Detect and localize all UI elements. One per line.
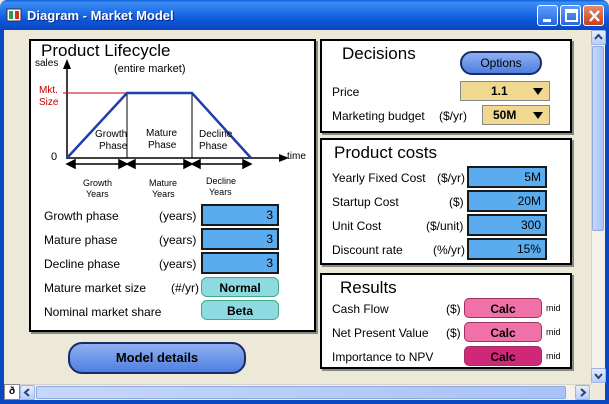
y-axis-label: sales	[35, 58, 59, 69]
chevron-right-icon	[580, 388, 587, 397]
time-label: time	[287, 151, 306, 162]
phase-decline-label: Decline	[199, 129, 233, 140]
options-button[interactable]: Options	[460, 51, 542, 75]
chevron-left-icon	[23, 388, 30, 397]
npv-unit: ($)	[446, 326, 461, 340]
scroll-down-button[interactable]	[591, 368, 606, 383]
lifecycle-panel: Product Lifecycle sales (entire market) …	[29, 39, 316, 332]
chevron-up-icon	[594, 33, 603, 40]
price-value: 1.1	[491, 84, 508, 98]
phase-mature-label: Mature	[146, 128, 178, 139]
market-size-selector[interactable]: Normal	[201, 277, 279, 297]
decline-phase-label: Decline phase	[44, 257, 121, 271]
costs-title: Product costs	[334, 143, 437, 162]
npv-label: Net Present Value	[332, 326, 429, 340]
unit-cost-label: Unit Cost	[332, 219, 382, 233]
growth-phase-input[interactable]: 3	[201, 204, 279, 226]
model-details-button[interactable]: Model details	[68, 342, 246, 374]
marketing-dropdown[interactable]: 50M	[482, 105, 550, 125]
marketing-label: Marketing budget	[332, 109, 425, 123]
years-decline-label-2: Years	[209, 187, 232, 197]
growth-phase-unit: (years)	[159, 209, 197, 223]
horizontal-scroll-thumb[interactable]	[36, 386, 566, 399]
decline-phase-input[interactable]: 3	[201, 252, 279, 274]
fixed-cost-label: Yearly Fixed Cost	[332, 171, 426, 185]
decline-phase-unit: (years)	[159, 257, 197, 271]
importance-calc-button[interactable]: Calc	[464, 346, 542, 366]
decisions-title: Decisions	[342, 44, 416, 63]
maximize-icon	[565, 9, 578, 22]
marketing-value: 50M	[493, 108, 517, 122]
npv-mid-tag: mid	[546, 327, 561, 337]
scrollbar-corner	[591, 384, 605, 400]
price-dropdown[interactable]: 1.1	[460, 81, 550, 101]
maximize-button[interactable]	[560, 5, 581, 26]
minimize-button[interactable]	[537, 5, 558, 26]
importance-label: Importance to NPV	[332, 350, 434, 364]
chart-subtitle: (entire market)	[114, 63, 186, 75]
years-growth-label-2: Years	[86, 189, 109, 199]
scroll-up-button[interactable]	[591, 30, 606, 45]
results-panel: Results Cash Flow ($) Calc mid Net Prese…	[320, 273, 572, 369]
years-decline-label: Decline	[206, 176, 237, 186]
costs-panel: Product costs Yearly Fixed Cost ($/yr) 5…	[320, 138, 572, 265]
startup-cost-input[interactable]: 20M	[467, 190, 547, 212]
growth-phase-label: Growth phase	[44, 209, 119, 223]
fixed-cost-unit: ($/yr)	[437, 171, 465, 185]
npv-calc-button[interactable]: Calc	[464, 322, 542, 342]
discount-rate-label: Discount rate	[332, 243, 403, 257]
chevron-down-icon	[533, 112, 543, 119]
mature-phase-label: Mature phase	[44, 233, 118, 247]
marketing-unit: ($/yr)	[439, 109, 467, 123]
years-mature-label-2: Years	[152, 189, 175, 199]
mature-phase-input[interactable]: 3	[201, 228, 279, 250]
decisions-panel: Decisions Options Price 1.1 Marketing bu…	[320, 39, 572, 133]
mkt-size-label-2: Size	[39, 97, 59, 108]
importance-mid-tag: mid	[546, 351, 561, 361]
close-button[interactable]	[583, 5, 604, 26]
phase-duration-arrows	[65, 158, 253, 170]
years-growth-label: Growth	[83, 178, 113, 188]
market-size-unit: (#/yr)	[171, 281, 199, 295]
horizontal-scrollbar[interactable]	[20, 384, 591, 400]
discount-rate-unit: (%/yr)	[433, 243, 465, 257]
mature-phase-unit: (years)	[159, 233, 197, 247]
phase-decline-label-2: Phase	[199, 141, 228, 152]
scroll-left-button[interactable]	[20, 385, 35, 400]
chevron-down-icon	[594, 373, 603, 380]
phase-mature-label-2: Phase	[148, 140, 177, 151]
y-axis-arrow	[63, 59, 71, 69]
market-size-label: Mature market size	[44, 281, 147, 295]
years-mature-label: Mature	[149, 178, 178, 188]
minimize-icon	[543, 19, 551, 22]
market-share-label: Nominal market share	[44, 305, 162, 319]
price-label: Price	[332, 85, 360, 99]
cash-flow-unit: ($)	[446, 302, 461, 316]
scroll-right-button[interactable]	[575, 385, 590, 400]
cash-flow-label: Cash Flow	[332, 302, 389, 316]
chevron-down-icon	[533, 88, 543, 95]
discount-rate-input[interactable]: 15%	[467, 238, 547, 260]
app-icon	[6, 8, 22, 22]
startup-cost-unit: ($)	[449, 195, 464, 209]
vertical-scrollbar[interactable]	[591, 30, 606, 384]
mkt-size-label-1: Mkt.	[39, 85, 58, 96]
window-title: Diagram - Market Model	[27, 8, 174, 23]
market-share-selector[interactable]: Beta	[201, 300, 279, 320]
cash-flow-calc-button[interactable]: Calc	[464, 298, 542, 318]
unit-cost-input[interactable]: 300	[467, 214, 547, 236]
results-title: Results	[340, 278, 397, 297]
fixed-cost-input[interactable]: 5M	[467, 166, 547, 188]
close-icon	[589, 10, 600, 22]
startup-cost-label: Startup Cost	[332, 195, 399, 209]
status-box: ð	[4, 384, 20, 400]
title-bar[interactable]: Diagram - Market Model	[0, 0, 609, 30]
vertical-scroll-thumb[interactable]	[592, 46, 604, 231]
unit-cost-unit: ($/unit)	[426, 219, 464, 233]
phase-growth-label: Growth	[95, 129, 128, 140]
phase-growth-label-2: Phase	[99, 141, 128, 152]
cash-flow-mid-tag: mid	[546, 303, 561, 313]
zero-label: 0	[51, 151, 58, 163]
